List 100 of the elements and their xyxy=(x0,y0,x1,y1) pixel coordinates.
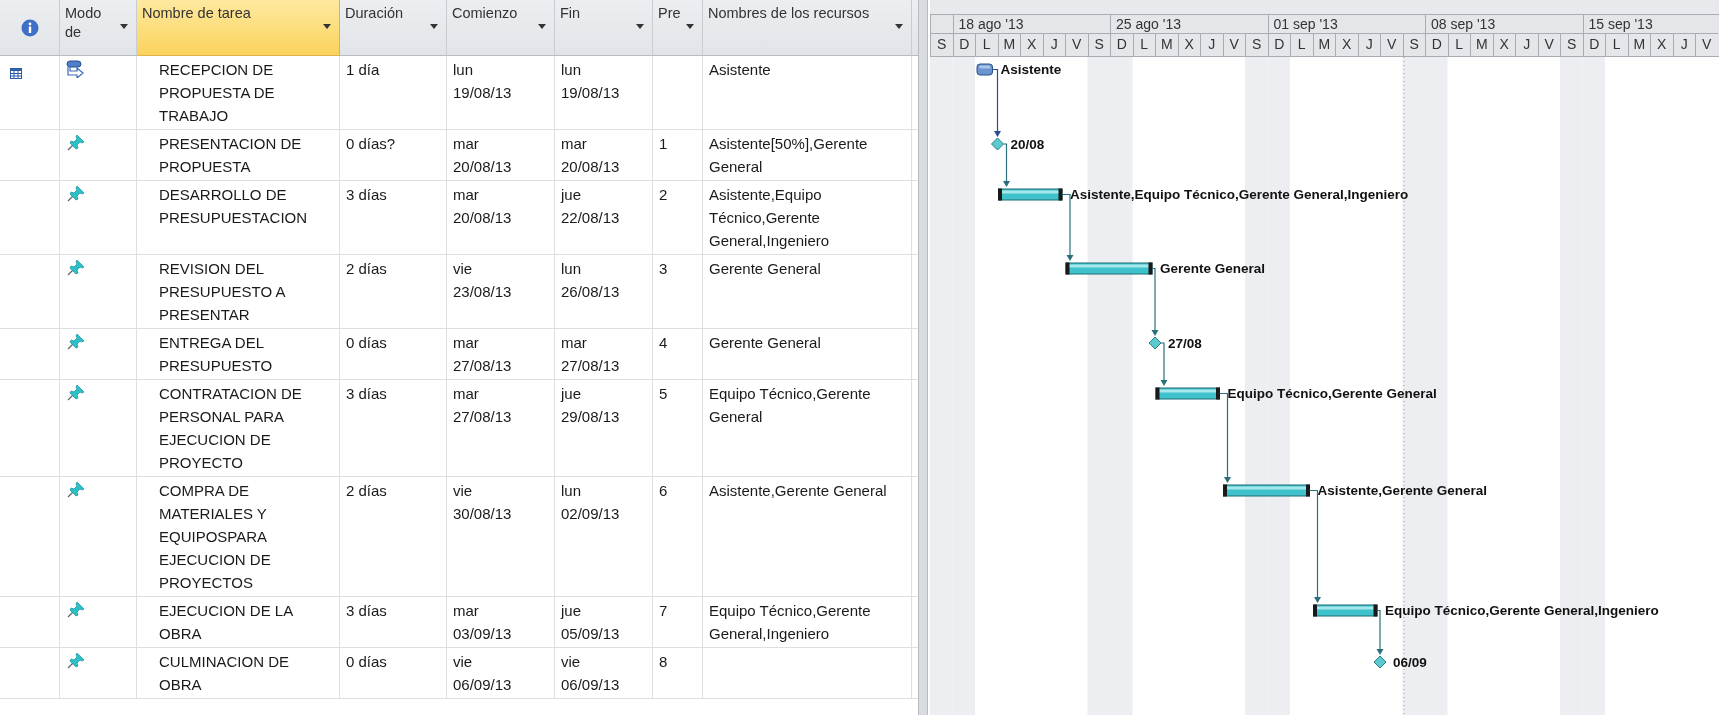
day-label: X xyxy=(1020,33,1043,56)
pushpin-icon xyxy=(66,481,86,499)
table-cell: DESARROLLO DE PRESUPUESTACION xyxy=(137,181,340,255)
dropdown-icon[interactable] xyxy=(120,24,128,29)
column-header[interactable]: Nombre de tarea xyxy=(137,0,340,56)
day-label: S xyxy=(1402,33,1425,56)
day-label: D xyxy=(1110,33,1133,56)
column-header[interactable]: Modo de xyxy=(60,0,137,56)
link-arrow xyxy=(1376,609,1384,655)
table-cell: 0 días xyxy=(340,648,447,699)
day-label: L xyxy=(975,33,998,56)
column-header[interactable] xyxy=(0,0,60,56)
dropdown-icon[interactable] xyxy=(686,24,694,29)
bar-label: 20/08 xyxy=(1010,137,1045,152)
task-bar xyxy=(1155,387,1220,400)
day-label: S xyxy=(930,33,953,56)
column-header[interactable]: Duración xyxy=(340,0,447,56)
table-cell: CONTRATACION DE PERSONAL PARA EJECUCION DE PROYECTO xyxy=(137,380,340,477)
column-header[interactable]: Pre xyxy=(653,0,703,56)
bar-label: Asistente,Gerente General xyxy=(1317,483,1488,498)
table-cell: Gerente General xyxy=(703,255,912,329)
day-label: S xyxy=(1560,33,1583,56)
table-cell: Equipo Técnico,Gerente General xyxy=(703,380,912,477)
day-label: J xyxy=(1672,33,1695,56)
table-cell: 7 xyxy=(653,597,703,648)
table-cell: jue 22/08/13 xyxy=(555,181,653,255)
table-cell: 3 xyxy=(653,255,703,329)
day-label: L xyxy=(1290,33,1313,56)
day-label: V xyxy=(1065,33,1088,56)
day-label: X xyxy=(1650,33,1673,56)
milestone-diamond xyxy=(1373,655,1387,669)
table-cell: vie 30/08/13 xyxy=(447,477,555,597)
table-cell: vie 06/09/13 xyxy=(555,648,653,699)
table-cell: REVISION DEL PRESUPUESTO A PRESENTAR xyxy=(137,255,340,329)
table-cell: 3 días xyxy=(340,380,447,477)
table-cell: Asistente xyxy=(703,56,912,130)
week-label: 18 ago '13 xyxy=(952,14,1110,33)
day-label: M xyxy=(1470,33,1493,56)
task-bar xyxy=(976,63,993,76)
day-label: D xyxy=(1425,33,1448,56)
table-cell: Asistente[50%],Gerente General xyxy=(703,130,912,181)
day-label: D xyxy=(1582,33,1605,56)
table-cell: 0 días xyxy=(340,329,447,380)
day-label: J xyxy=(1515,33,1538,56)
column-header[interactable]: Comienzo xyxy=(447,0,555,56)
table-cell: lun 26/08/13 xyxy=(555,255,653,329)
bar-label: 06/09 xyxy=(1393,655,1427,670)
day-label: V xyxy=(1695,33,1718,56)
table-cell: jue 29/08/13 xyxy=(555,380,653,477)
table-cell: 6 xyxy=(653,477,703,597)
table-cell: vie 23/08/13 xyxy=(447,255,555,329)
table-cell: 3 días xyxy=(340,181,447,255)
dropdown-icon[interactable] xyxy=(636,24,644,29)
table-cell: 8 xyxy=(653,648,703,699)
day-label: V xyxy=(1380,33,1403,56)
table-cell: PRESENTACION DE PROPUESTA xyxy=(137,130,340,181)
table-cell: CULMINACION DE OBRA xyxy=(137,648,340,699)
bar-label: Equipo Técnico,Gerente General,Ingeniero xyxy=(1385,603,1659,618)
timescale-cell xyxy=(930,14,953,33)
day-label: V xyxy=(1222,33,1245,56)
table-cell: vie 06/09/13 xyxy=(447,648,555,699)
link-arrow xyxy=(1151,267,1159,336)
bar-label: Asistente,Equipo Técnico,Gerente General,Ingeniero xyxy=(1070,187,1409,202)
dropdown-icon[interactable] xyxy=(895,24,903,29)
table-cell: ENTREGA DEL PRESUPUESTO xyxy=(137,329,340,380)
table-cell: Asistente,Gerente General xyxy=(703,477,912,597)
dropdown-icon[interactable] xyxy=(323,24,331,29)
bar-label: 27/08 xyxy=(1168,336,1202,351)
table-cell: COMPRA DE MATERIALES Y EQUIPOSPARA EJECUCION DE PROYECTOS xyxy=(137,477,340,597)
table-cell: mar 27/08/13 xyxy=(447,380,555,477)
dropdown-icon[interactable] xyxy=(430,24,438,29)
column-header[interactable]: Fin xyxy=(555,0,653,56)
day-label: J xyxy=(1042,33,1065,56)
dropdown-icon[interactable] xyxy=(538,24,546,29)
table-cell: 2 xyxy=(653,181,703,255)
week-label: 15 sep '13 xyxy=(1582,14,1719,33)
day-label: D xyxy=(952,33,975,56)
table-cell: 1 día xyxy=(340,56,447,130)
column-header[interactable]: Nombres de los recursos xyxy=(703,0,912,56)
pushpin-icon xyxy=(66,601,86,619)
table-cell: RECEPCION DE PROPUESTA DE TRABAJO xyxy=(137,56,340,130)
day-label: S xyxy=(1245,33,1268,56)
day-label: J xyxy=(1200,33,1223,56)
table-cell: 4 xyxy=(653,329,703,380)
table-cell: 2 días xyxy=(340,255,447,329)
pushpin-icon xyxy=(66,185,86,203)
table-cell: 0 días? xyxy=(340,130,447,181)
day-label: L xyxy=(1605,33,1628,56)
day-label: J xyxy=(1357,33,1380,56)
week-label: 01 sep '13 xyxy=(1267,14,1425,33)
day-label: L xyxy=(1132,33,1155,56)
day-label: M xyxy=(997,33,1020,56)
pushpin-icon xyxy=(66,652,86,670)
day-label: M xyxy=(1312,33,1335,56)
table-cell: 2 días xyxy=(340,477,447,597)
day-label: M xyxy=(1627,33,1650,56)
table-cell: lun 19/08/13 xyxy=(555,56,653,130)
table-cell: Equipo Técnico,Gerente General,Ingeniero xyxy=(703,597,912,648)
day-label: S xyxy=(1087,33,1110,56)
day-label: X xyxy=(1335,33,1358,56)
